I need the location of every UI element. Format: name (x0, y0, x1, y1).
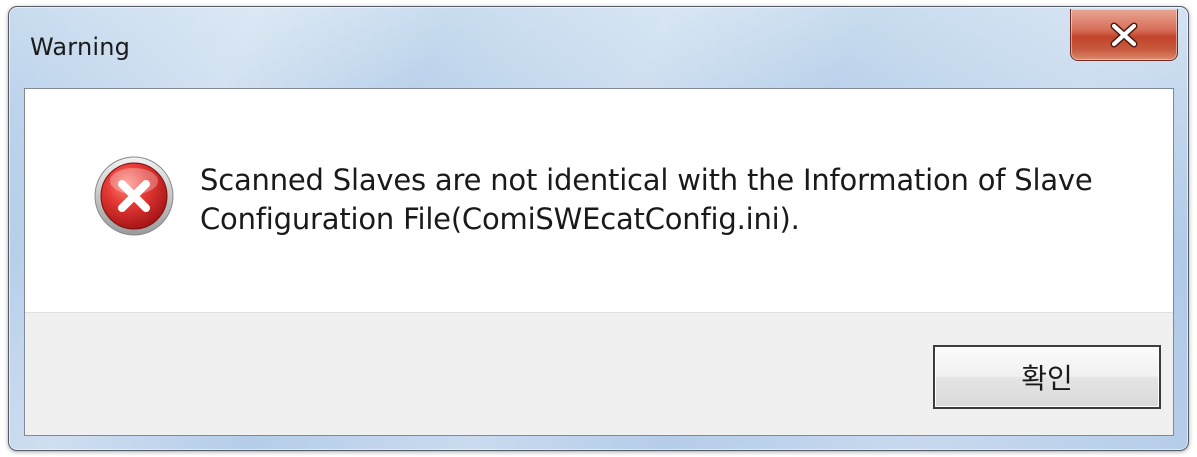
close-x-icon (1110, 22, 1138, 47)
ok-button[interactable]: 확인 (933, 345, 1161, 409)
message-line-1: Scanned Slaves are not identical with th… (200, 163, 1093, 197)
dialog-title: Warning (30, 33, 131, 61)
error-icon (94, 156, 174, 236)
dialog-content: Scanned Slaves are not identical with th… (24, 88, 1174, 436)
close-button[interactable] (1070, 9, 1178, 61)
message-line-2: Configuration File(ComiSWEcatConfig.ini)… (200, 202, 800, 236)
warning-dialog: Warning Scanned Slaves are not identical… (8, 6, 1189, 451)
title-bar[interactable]: Warning (9, 7, 1188, 87)
message-text: Scanned Slaves are not identical with th… (200, 161, 1150, 239)
button-area: 확인 (25, 312, 1173, 435)
message-area: Scanned Slaves are not identical with th… (25, 89, 1173, 312)
